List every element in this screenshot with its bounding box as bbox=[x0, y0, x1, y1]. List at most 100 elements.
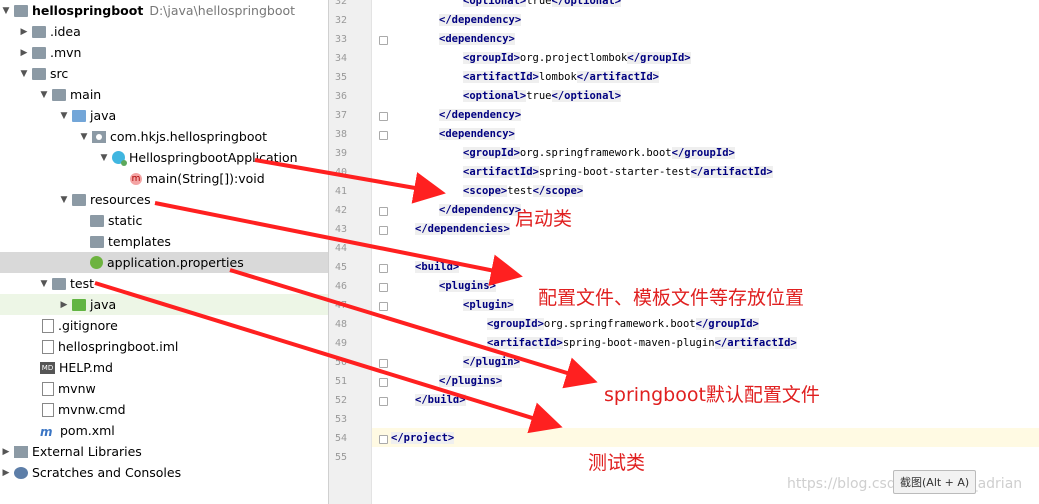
xml-tag: <plugin> bbox=[463, 299, 514, 311]
code-line[interactable]: <dependency> bbox=[439, 125, 515, 144]
xml-tag: </artifactId> bbox=[576, 71, 659, 83]
folder-icon bbox=[32, 46, 46, 59]
tree-item-main-method[interactable]: m main(String[]):void bbox=[0, 168, 328, 189]
fold-marker-icon[interactable] bbox=[379, 112, 388, 121]
code-line[interactable]: <plugins> bbox=[439, 277, 496, 296]
chevron-down-icon[interactable]: ▼ bbox=[78, 132, 90, 142]
chevron-right-icon[interactable]: ▶ bbox=[0, 447, 12, 457]
tree-item-iml[interactable]: hellospringboot.iml bbox=[0, 336, 328, 357]
tree-item-test-java[interactable]: ▶ java bbox=[0, 294, 328, 315]
code-line[interactable]: <scope>test</scope> bbox=[463, 182, 584, 201]
line-number: 51 bbox=[334, 376, 347, 387]
tree-item-scratches[interactable]: ▶ Scratches and Consoles bbox=[0, 462, 328, 483]
tree-item-label: src bbox=[50, 66, 69, 81]
code-line[interactable]: <artifactId>spring-boot-starter-test</ar… bbox=[463, 163, 773, 182]
code-line[interactable]: </dependency> bbox=[439, 201, 522, 220]
tree-root[interactable]: ▼ hellospringboot D:\java\hellospringboo… bbox=[0, 0, 328, 21]
tree-item-label: application.properties bbox=[107, 255, 244, 270]
code-line[interactable]: </project> bbox=[391, 429, 455, 448]
tree-item-gitignore[interactable]: .gitignore bbox=[0, 315, 328, 336]
chevron-right-icon[interactable]: ▶ bbox=[18, 27, 30, 37]
tree-item-test[interactable]: ▼ test bbox=[0, 273, 328, 294]
tree-item-external-libraries[interactable]: ▶ External Libraries bbox=[0, 441, 328, 462]
test-folder-icon bbox=[72, 298, 86, 311]
code-line[interactable]: <artifactId>lombok</artifactId> bbox=[463, 68, 659, 87]
tree-item-application-class[interactable]: ▼ HellospringbootApplication bbox=[0, 147, 328, 168]
code-line[interactable]: </dependency> bbox=[439, 11, 522, 30]
chevron-down-icon[interactable]: ▼ bbox=[18, 69, 30, 79]
fold-marker-icon[interactable] bbox=[379, 264, 388, 273]
chevron-right-icon[interactable]: ▶ bbox=[18, 48, 30, 58]
chevron-down-icon[interactable]: ▼ bbox=[38, 279, 50, 289]
fold-marker-icon[interactable] bbox=[379, 207, 388, 216]
tree-item-label: HELP.md bbox=[59, 360, 113, 375]
fold-marker-icon[interactable] bbox=[379, 302, 388, 311]
code-line[interactable]: </dependency> bbox=[439, 106, 522, 125]
library-icon bbox=[14, 445, 28, 458]
chevron-down-icon[interactable]: ▼ bbox=[58, 111, 70, 121]
spring-class-icon bbox=[112, 151, 127, 166]
code-line[interactable]: <groupId>org.projectlombok</groupId> bbox=[463, 49, 691, 68]
code-line[interactable]: </dependencies> bbox=[415, 220, 510, 239]
tree-item-src[interactable]: ▼ src bbox=[0, 63, 328, 84]
tree-item-help-md[interactable]: MD HELP.md bbox=[0, 357, 328, 378]
fold-marker-icon[interactable] bbox=[379, 131, 388, 140]
markdown-icon: MD bbox=[40, 361, 55, 374]
folder-icon bbox=[90, 235, 104, 248]
chevron-down-icon[interactable]: ▼ bbox=[0, 6, 12, 16]
tree-item-java[interactable]: ▼ java bbox=[0, 105, 328, 126]
tree-item-mvnw[interactable]: mvnw bbox=[0, 378, 328, 399]
xml-tag: </optional> bbox=[551, 90, 622, 102]
tree-item-main[interactable]: ▼ main bbox=[0, 84, 328, 105]
code-line[interactable]: <build> bbox=[415, 258, 460, 277]
tree-item-templates[interactable]: templates bbox=[0, 231, 328, 252]
tree-item-label: External Libraries bbox=[32, 444, 142, 459]
tree-item-application-properties[interactable]: application.properties bbox=[0, 252, 328, 273]
xml-tag: </groupId> bbox=[695, 318, 759, 330]
tree-item-label: .gitignore bbox=[58, 318, 118, 333]
tree-item-label: hellospringboot.iml bbox=[58, 339, 179, 354]
chevron-right-icon[interactable]: ▶ bbox=[58, 300, 70, 310]
fold-marker-icon[interactable] bbox=[379, 378, 388, 387]
tree-item-label: main bbox=[70, 87, 102, 102]
tree-item-mvn[interactable]: ▶ .mvn bbox=[0, 42, 328, 63]
tree-item-mvnw-cmd[interactable]: mvnw.cmd bbox=[0, 399, 328, 420]
fold-marker-icon[interactable] bbox=[379, 359, 388, 368]
xml-tag: <dependency> bbox=[439, 128, 515, 140]
code-editor[interactable]: 32 32 33 34 35 36 37 38 39 40 41 42 43 44 45 46 47 48 49 50… bbox=[329, 0, 1039, 504]
chevron-right-icon[interactable]: ▶ bbox=[0, 468, 12, 478]
fold-marker-icon[interactable] bbox=[379, 435, 388, 444]
xml-tag: </dependency> bbox=[439, 14, 522, 26]
code-line[interactable]: <groupId>org.springframework.boot</group… bbox=[487, 315, 759, 334]
fold-marker-icon[interactable] bbox=[379, 283, 388, 292]
code-line[interactable]: <artifactId>spring-boot-maven-plugin</ar… bbox=[487, 334, 797, 353]
module-folder-icon bbox=[14, 4, 28, 17]
chevron-down-icon[interactable]: ▼ bbox=[98, 153, 110, 163]
code-line[interactable]: <plugin> bbox=[463, 296, 514, 315]
chevron-down-icon[interactable]: ▼ bbox=[38, 90, 50, 100]
tree-item-pom[interactable]: m pom.xml bbox=[0, 420, 328, 441]
xml-tag: <optional> bbox=[463, 90, 527, 102]
code-line[interactable]: </plugins> bbox=[439, 372, 503, 391]
xml-tag: </project> bbox=[391, 432, 455, 444]
code-line[interactable]: <optional>true</optional> bbox=[463, 87, 622, 106]
tree-item-package[interactable]: ▼ com.hkjs.hellospringboot bbox=[0, 126, 328, 147]
screenshot-tooltip: 截图(Alt + A) bbox=[893, 470, 977, 494]
fold-marker-icon[interactable] bbox=[379, 397, 388, 406]
code-line[interactable]: <groupId>org.springframework.boot</group… bbox=[463, 144, 735, 163]
code-line[interactable]: <optional>true</optional> bbox=[463, 0, 622, 11]
chevron-down-icon[interactable]: ▼ bbox=[58, 195, 70, 205]
tree-item-resources[interactable]: ▼ resources bbox=[0, 189, 328, 210]
fold-marker-icon[interactable] bbox=[379, 36, 388, 45]
fold-marker-icon[interactable] bbox=[379, 226, 388, 235]
code-line[interactable]: </plugin> bbox=[463, 353, 520, 372]
tree-item-idea[interactable]: ▶ .idea bbox=[0, 21, 328, 42]
tree-item-label: com.hkjs.hellospringboot bbox=[110, 129, 268, 144]
code-line[interactable]: <dependency> bbox=[439, 30, 515, 49]
tree-item-label: pom.xml bbox=[60, 423, 115, 438]
tree-item-static[interactable]: static bbox=[0, 210, 328, 231]
code-line[interactable]: </build> bbox=[415, 391, 466, 410]
spring-config-icon bbox=[90, 256, 103, 269]
line-number: 32 bbox=[334, 0, 347, 7]
xml-text: org.projectlombok bbox=[519, 52, 628, 64]
